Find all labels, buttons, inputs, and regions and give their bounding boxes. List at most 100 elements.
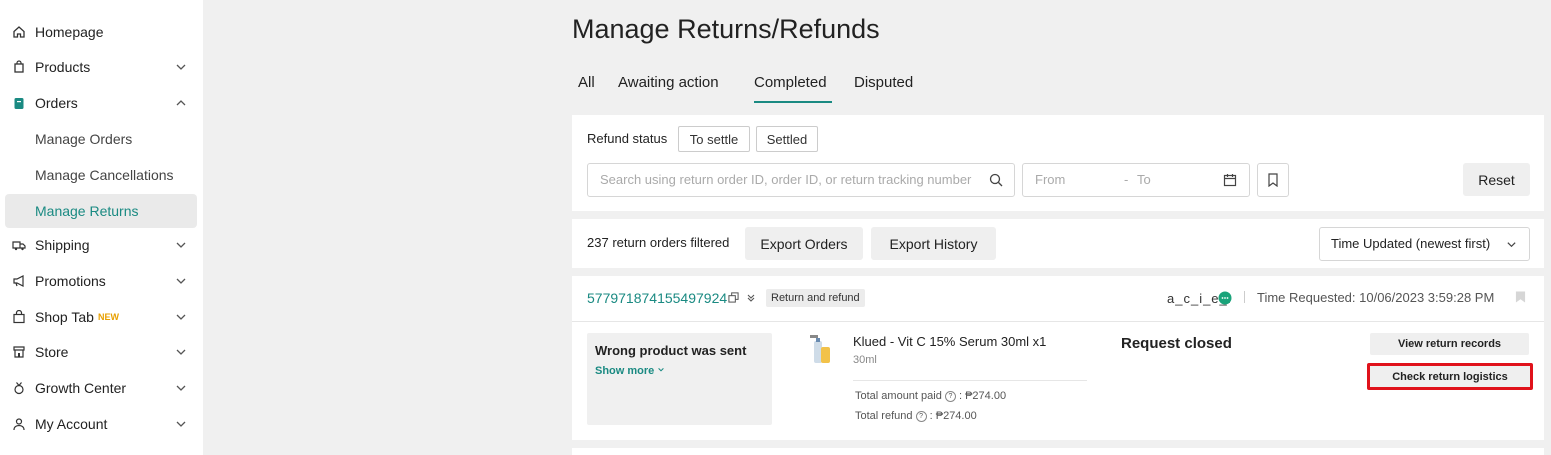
search-input[interactable]: Search using return order ID, order ID, … (587, 163, 1015, 197)
medal-icon (12, 381, 26, 395)
request-status: Request closed (1121, 335, 1232, 352)
chip-settled[interactable]: Settled (756, 126, 818, 152)
divider (1244, 291, 1245, 303)
return-type-badge: Return and refund (766, 289, 865, 307)
help-icon[interactable]: ? (944, 390, 956, 402)
sidebar-item-label: Store (35, 344, 69, 360)
sidebar-item-my-account[interactable]: My Account (0, 407, 203, 441)
chevron-up-icon[interactable] (175, 97, 187, 109)
sidebar-item-orders[interactable]: Orders (0, 86, 203, 120)
return-reason: Wrong product was sent (595, 343, 747, 358)
sidebar-subitem-label: Manage Orders (35, 131, 133, 147)
product-thumbnail[interactable] (805, 333, 835, 367)
chevron-down-icon[interactable] (175, 311, 187, 323)
sidebar-item-label: My Account (35, 416, 108, 432)
sidebar-item-shop-tab[interactable]: Shop Tab NEW (0, 300, 203, 334)
active-tab-indicator (754, 101, 832, 103)
return-order-card: 577971874155497924 Return and refund a_c… (572, 276, 1544, 440)
total-refund-label: Total refund (855, 410, 913, 422)
date-range-picker[interactable]: From - To (1022, 163, 1250, 197)
order-id-link[interactable]: 577971874155497924 (587, 290, 727, 306)
reset-button[interactable]: Reset (1463, 163, 1530, 196)
sort-select[interactable]: Time Updated (newest first) (1319, 227, 1530, 261)
time-requested: Time Requested: 10/06/2023 3:59:28 PM (1257, 290, 1495, 305)
show-more-link[interactable]: Show more (595, 365, 665, 377)
results-count: 237 (587, 235, 609, 250)
clipboard-icon (12, 96, 26, 110)
tab-disputed[interactable]: Disputed (854, 74, 913, 91)
bag-icon (12, 60, 26, 74)
sidebar-item-label: Orders (35, 95, 78, 111)
truck-icon (12, 238, 26, 252)
bookmark-icon[interactable] (1515, 290, 1526, 304)
chevron-down-icon (658, 368, 665, 372)
filter-panel: Refund status To settle Settled Search u… (572, 115, 1544, 211)
shopping-bag-icon (12, 310, 26, 324)
chevron-down-icon[interactable] (175, 239, 187, 251)
total-paid-value: ₱274.00 (965, 390, 1007, 402)
check-return-logistics-button[interactable]: Check return logistics (1367, 363, 1533, 390)
divider (572, 321, 1544, 322)
date-to: To (1137, 172, 1151, 187)
calendar-icon[interactable] (1223, 173, 1237, 187)
sidebar-subitem-manage-returns[interactable]: Manage Returns (5, 194, 197, 228)
user-icon (12, 417, 26, 431)
bookmark-icon (1268, 173, 1278, 187)
sidebar-item-store[interactable]: Store (0, 335, 203, 369)
sidebar-item-shipping[interactable]: Shipping (0, 228, 203, 262)
export-history-button[interactable]: Export History (871, 227, 996, 260)
return-reason-box: Wrong product was sent Show more (587, 333, 772, 425)
sidebar-item-growth-center[interactable]: Growth Center (0, 371, 203, 405)
product-variant: 30ml (853, 354, 877, 366)
chevron-down-icon (1507, 242, 1516, 248)
total-paid-label: Total amount paid (855, 390, 942, 402)
tab-all[interactable]: All (578, 74, 595, 91)
tab-completed[interactable]: Completed (754, 74, 827, 91)
megaphone-icon (12, 274, 26, 288)
export-orders-button[interactable]: Export Orders (745, 227, 863, 260)
help-icon[interactable]: ? (915, 410, 927, 422)
page-title: Manage Returns/Refunds (572, 14, 880, 44)
sidebar: Homepage Products Orders Manage Orders M… (0, 0, 203, 455)
sidebar-subitem-label: Manage Cancellations (35, 167, 174, 183)
chevron-down-icon[interactable] (175, 418, 187, 430)
sort-select-value: Time Updated (newest first) (1331, 236, 1491, 251)
sidebar-subitem-manage-cancellations[interactable]: Manage Cancellations (5, 158, 197, 192)
next-order-card (572, 448, 1544, 455)
double-chevron-down-icon[interactable] (746, 293, 756, 303)
chevron-down-icon[interactable] (175, 275, 187, 287)
total-refund-row: Total refund ? : ₱274.00 (855, 410, 977, 422)
sidebar-item-promotions[interactable]: Promotions (0, 264, 203, 298)
search-icon[interactable] (989, 173, 1003, 187)
date-separator: - (1124, 172, 1129, 187)
tab-awaiting-action[interactable]: Awaiting action (618, 74, 719, 91)
view-return-records-button[interactable]: View return records (1370, 333, 1529, 355)
chevron-down-icon[interactable] (175, 346, 187, 358)
sidebar-subitem-manage-orders[interactable]: Manage Orders (5, 122, 197, 156)
results-bar: 237 return orders filtered Export Orders… (572, 219, 1544, 268)
sidebar-item-label: Homepage (35, 24, 104, 40)
copy-icon[interactable] (728, 292, 739, 303)
chevron-down-icon[interactable] (175, 61, 187, 73)
bookmark-filter-button[interactable] (1257, 163, 1289, 197)
results-count-suffix: return orders filtered (612, 235, 730, 250)
chevron-down-icon[interactable] (175, 382, 187, 394)
chat-icon[interactable] (1218, 291, 1232, 305)
sidebar-item-label: Promotions (35, 273, 106, 289)
search-placeholder: Search using return order ID, order ID, … (600, 172, 972, 187)
new-badge: NEW (98, 312, 119, 322)
sidebar-item-products[interactable]: Products (0, 50, 203, 84)
home-icon (12, 25, 26, 39)
sidebar-subitem-label: Manage Returns (35, 203, 139, 219)
results-count-text: 237 return orders filtered (587, 235, 729, 250)
total-paid-row: Total amount paid ? : ₱274.00 (855, 390, 1007, 402)
date-from: From (1035, 172, 1066, 187)
divider (853, 380, 1087, 381)
total-refund-value: ₱274.00 (935, 410, 977, 422)
product-name: Klued - Vit C 15% Serum 30ml x1 (853, 334, 1047, 349)
sidebar-item-label: Growth Center (35, 380, 127, 396)
chip-to-settle[interactable]: To settle (678, 126, 750, 152)
show-more-label: Show more (595, 365, 655, 377)
sidebar-item-homepage[interactable]: Homepage (0, 15, 203, 49)
sidebar-item-label: Shop Tab (35, 309, 94, 325)
